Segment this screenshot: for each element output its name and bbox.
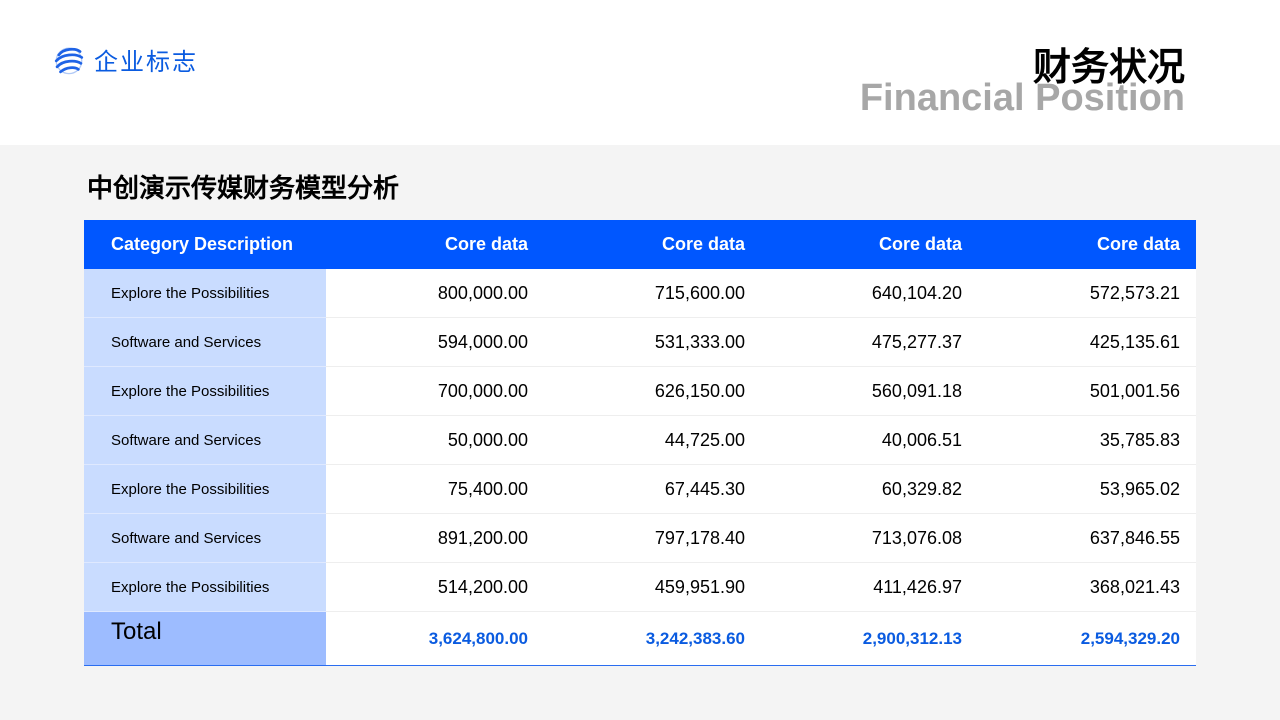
row-category: Explore the Possibilities <box>84 366 326 416</box>
row-value: 459,951.90 <box>544 562 761 612</box>
column-header-core-data: Core data <box>761 220 978 269</box>
column-header-core-data: Core data <box>326 220 544 269</box>
row-value: 700,000.00 <box>326 366 544 416</box>
total-value: 3,242,383.60 <box>544 611 761 666</box>
row-category: Explore the Possibilities <box>84 269 326 318</box>
row-value: 75,400.00 <box>326 464 544 514</box>
row-category: Software and Services <box>84 513 326 563</box>
table-row: Explore the Possibilities 514,200.00 459… <box>84 562 1196 612</box>
row-value: 560,091.18 <box>761 366 978 416</box>
table-row: Software and Services 50,000.00 44,725.0… <box>84 415 1196 465</box>
column-header-category: Category Description <box>84 220 326 269</box>
row-category: Explore the Possibilities <box>84 562 326 612</box>
row-value: 594,000.00 <box>326 317 544 367</box>
globe-swirl-icon <box>54 46 84 74</box>
table-row: Software and Services 891,200.00 797,178… <box>84 513 1196 563</box>
section-title: 中创演示传媒财务模型分析 <box>87 174 400 204</box>
total-value: 3,624,800.00 <box>326 611 544 666</box>
table-row: Explore the Possibilities 75,400.00 67,4… <box>84 464 1196 514</box>
page-subtitle: Financial Position <box>859 77 1185 119</box>
row-value: 531,333.00 <box>544 317 761 367</box>
row-value: 50,000.00 <box>326 415 544 465</box>
row-value: 411,426.97 <box>761 562 978 612</box>
row-value: 368,021.43 <box>978 562 1196 612</box>
row-category: Software and Services <box>84 317 326 367</box>
column-header-core-data: Core data <box>978 220 1196 269</box>
row-value: 501,001.56 <box>978 366 1196 416</box>
row-value: 637,846.55 <box>978 513 1196 563</box>
company-logo: 企业标志 <box>52 42 198 77</box>
table-row: Explore the Possibilities 800,000.00 715… <box>84 269 1196 318</box>
total-value: 2,900,312.13 <box>761 611 978 666</box>
row-value: 572,573.21 <box>978 269 1196 318</box>
row-value: 715,600.00 <box>544 269 761 318</box>
row-value: 475,277.37 <box>761 317 978 367</box>
total-value: 2,594,329.20 <box>978 611 1196 666</box>
row-value: 713,076.08 <box>761 513 978 563</box>
row-value: 425,135.61 <box>978 317 1196 367</box>
table-row: Explore the Possibilities 700,000.00 626… <box>84 366 1196 416</box>
column-header-core-data: Core data <box>544 220 761 269</box>
row-value: 891,200.00 <box>326 513 544 563</box>
row-value: 53,965.02 <box>978 464 1196 514</box>
total-label: Total <box>84 611 326 666</box>
row-value: 35,785.83 <box>978 415 1196 465</box>
table-header-row: Category Description Core data Core data… <box>84 220 1196 269</box>
row-value: 626,150.00 <box>544 366 761 416</box>
logo-text: 企业标志 <box>94 48 198 76</box>
row-value: 40,006.51 <box>761 415 978 465</box>
row-category: Software and Services <box>84 415 326 465</box>
row-value: 800,000.00 <box>326 269 544 318</box>
row-value: 60,329.82 <box>761 464 978 514</box>
row-category: Explore the Possibilities <box>84 464 326 514</box>
financial-table: Category Description Core data Core data… <box>84 220 1196 666</box>
row-value: 514,200.00 <box>326 562 544 612</box>
total-row: Total 3,624,800.00 3,242,383.60 2,900,31… <box>84 611 1196 666</box>
header: 企业标志 财务状况 Financial Position <box>0 0 1280 145</box>
table-row: Software and Services 594,000.00 531,333… <box>84 317 1196 367</box>
row-value: 67,445.30 <box>544 464 761 514</box>
row-value: 797,178.40 <box>544 513 761 563</box>
row-value: 640,104.20 <box>761 269 978 318</box>
row-value: 44,725.00 <box>544 415 761 465</box>
